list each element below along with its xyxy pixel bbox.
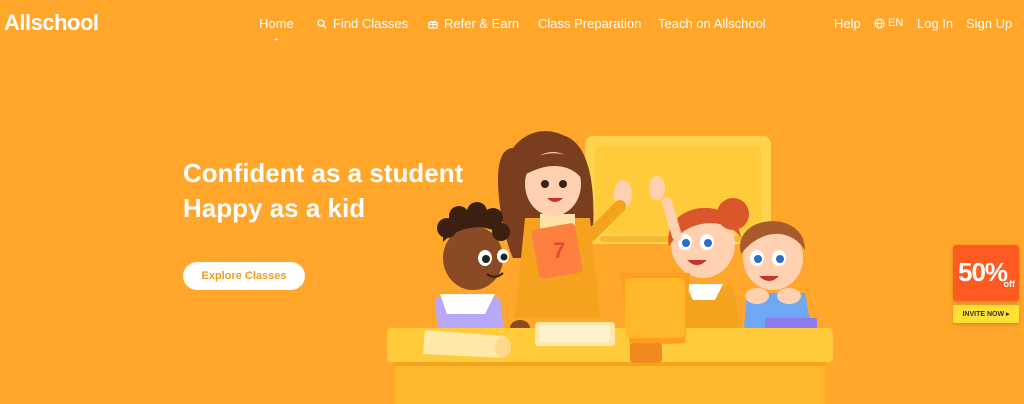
nav-class-preparation[interactable]: Class Preparation [538,16,641,31]
language-label: EN [888,17,904,29]
help-link[interactable]: Help [834,16,861,31]
nav-class-preparation-label: Class Preparation [538,16,642,31]
nav-refer-earn-label: Refer & Earn [444,16,520,31]
promo-badge[interactable]: 50% off INVITE NOW ▸ [953,245,1019,323]
nav-home[interactable]: Home + [259,16,294,44]
language-selector[interactable]: EN [874,17,903,29]
login-label: Log In [917,16,954,31]
active-indicator: + [274,35,279,44]
login-link[interactable]: Log In [917,16,953,31]
signup-link[interactable]: Sign Up [966,16,1012,31]
globe-icon [874,17,885,29]
svg-text:7: 7 [553,238,565,263]
help-label: Help [834,16,861,31]
nav-home-label: Home [259,16,294,31]
nav-find-classes[interactable]: Find Classes [317,16,408,31]
nav-refer-earn[interactable]: Refer & Earn [428,16,519,31]
logo[interactable]: Allschool [4,10,99,36]
promo-percent: 50% [958,257,1008,287]
hero-illustration: 7 [387,131,833,404]
signup-label: Sign Up [966,16,1013,31]
promo-off: off [1003,279,1016,289]
explore-classes-button[interactable]: Explore Classes [183,262,305,290]
nav-teach-label: Teach on Allschool [658,16,766,31]
nav-find-classes-label: Find Classes [333,16,409,31]
invite-now-button[interactable]: INVITE NOW ▸ [953,305,1019,323]
search-icon [317,18,327,28]
gift-icon [428,20,438,29]
nav-teach[interactable]: Teach on Allschool [658,16,766,31]
promo-box: 50% off [953,245,1019,301]
